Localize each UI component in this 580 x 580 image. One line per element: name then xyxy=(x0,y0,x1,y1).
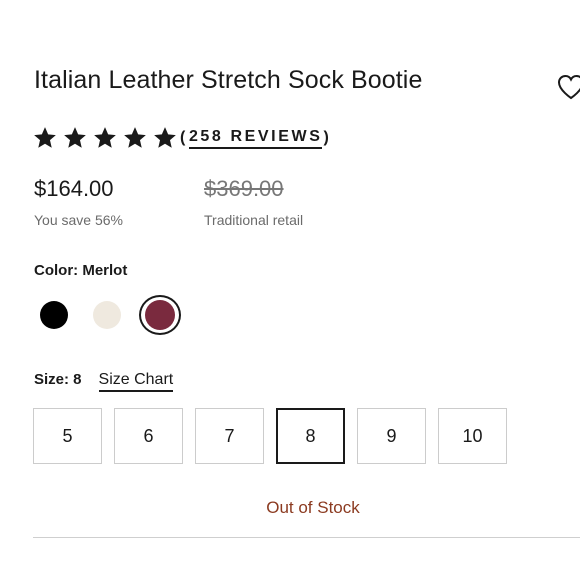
star-icon xyxy=(154,127,176,148)
swatch-merlot[interactable] xyxy=(139,295,181,335)
divider xyxy=(33,537,580,538)
savings-text: You save 56% xyxy=(34,212,123,228)
reviews-link[interactable]: 258 REVIEWS xyxy=(188,128,323,149)
size-chart-link[interactable]: Size Chart xyxy=(98,371,174,392)
reviews-close-paren: ) xyxy=(323,129,332,146)
color-label: Color: Merlot xyxy=(34,262,128,279)
size-option-8[interactable]: 8 xyxy=(276,408,345,464)
size-option-7[interactable]: 7 xyxy=(195,408,264,464)
star-rating xyxy=(32,125,178,151)
star-icon xyxy=(94,127,116,148)
size-option-10[interactable]: 10 xyxy=(438,408,507,464)
product-title: Italian Leather Stretch Sock Bootie xyxy=(34,66,423,94)
swatch-black[interactable] xyxy=(40,301,68,329)
sale-price: $164.00 xyxy=(34,176,114,201)
star-icon xyxy=(64,127,86,148)
reviews-link-wrapper: ( 258 REVIEWS ) xyxy=(180,128,331,149)
star-icon xyxy=(34,127,56,148)
size-label: Size: 8 xyxy=(34,371,82,388)
swatch-merlot-fill xyxy=(145,300,175,330)
swatch-cream[interactable] xyxy=(93,301,121,329)
size-option-9[interactable]: 9 xyxy=(357,408,426,464)
stock-status: Out of Stock xyxy=(266,498,360,517)
rating-row: ( 258 REVIEWS ) xyxy=(32,124,331,152)
heart-icon[interactable] xyxy=(556,72,580,102)
size-option-6[interactable]: 6 xyxy=(114,408,183,464)
size-option-5[interactable]: 5 xyxy=(33,408,102,464)
size-options: 5 6 7 8 9 10 xyxy=(33,408,507,464)
reviews-open-paren: ( xyxy=(180,129,188,146)
retail-label: Traditional retail xyxy=(204,212,304,228)
size-row: Size: 8 Size Chart xyxy=(34,371,174,392)
retail-price: $369.00 xyxy=(204,176,284,201)
star-icon xyxy=(124,127,146,148)
